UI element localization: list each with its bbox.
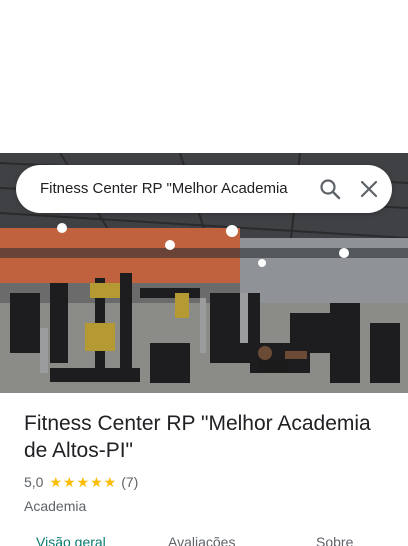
tab-reviews[interactable]: Avaliações	[168, 534, 235, 546]
search-input[interactable]: Fitness Center RP "Melhor Academia de Al…	[40, 165, 292, 213]
map-blank-area	[0, 0, 408, 153]
place-title: Fitness Center RP "Melhor Academia de Al…	[24, 412, 371, 462]
rating-row[interactable]: 5,0 ★★★★★ (7)	[24, 472, 394, 492]
review-count[interactable]: (7)	[121, 474, 138, 490]
place-category[interactable]: Academia	[24, 496, 394, 516]
rating-value: 5,0	[24, 474, 44, 490]
tab-overview[interactable]: Visão geral	[36, 534, 106, 546]
star-rating-icon: ★★★★★	[49, 473, 118, 490]
close-icon[interactable]	[357, 177, 381, 201]
search-icon[interactable]	[318, 177, 342, 201]
place-tabs: Visão geral Avaliações Sobre	[0, 528, 408, 546]
place-info: Fitness Center RP "Melhor Academia de Al…	[24, 410, 394, 516]
search-bar[interactable]: Fitness Center RP "Melhor Academia de Al…	[16, 165, 392, 213]
tab-about[interactable]: Sobre	[316, 534, 353, 546]
